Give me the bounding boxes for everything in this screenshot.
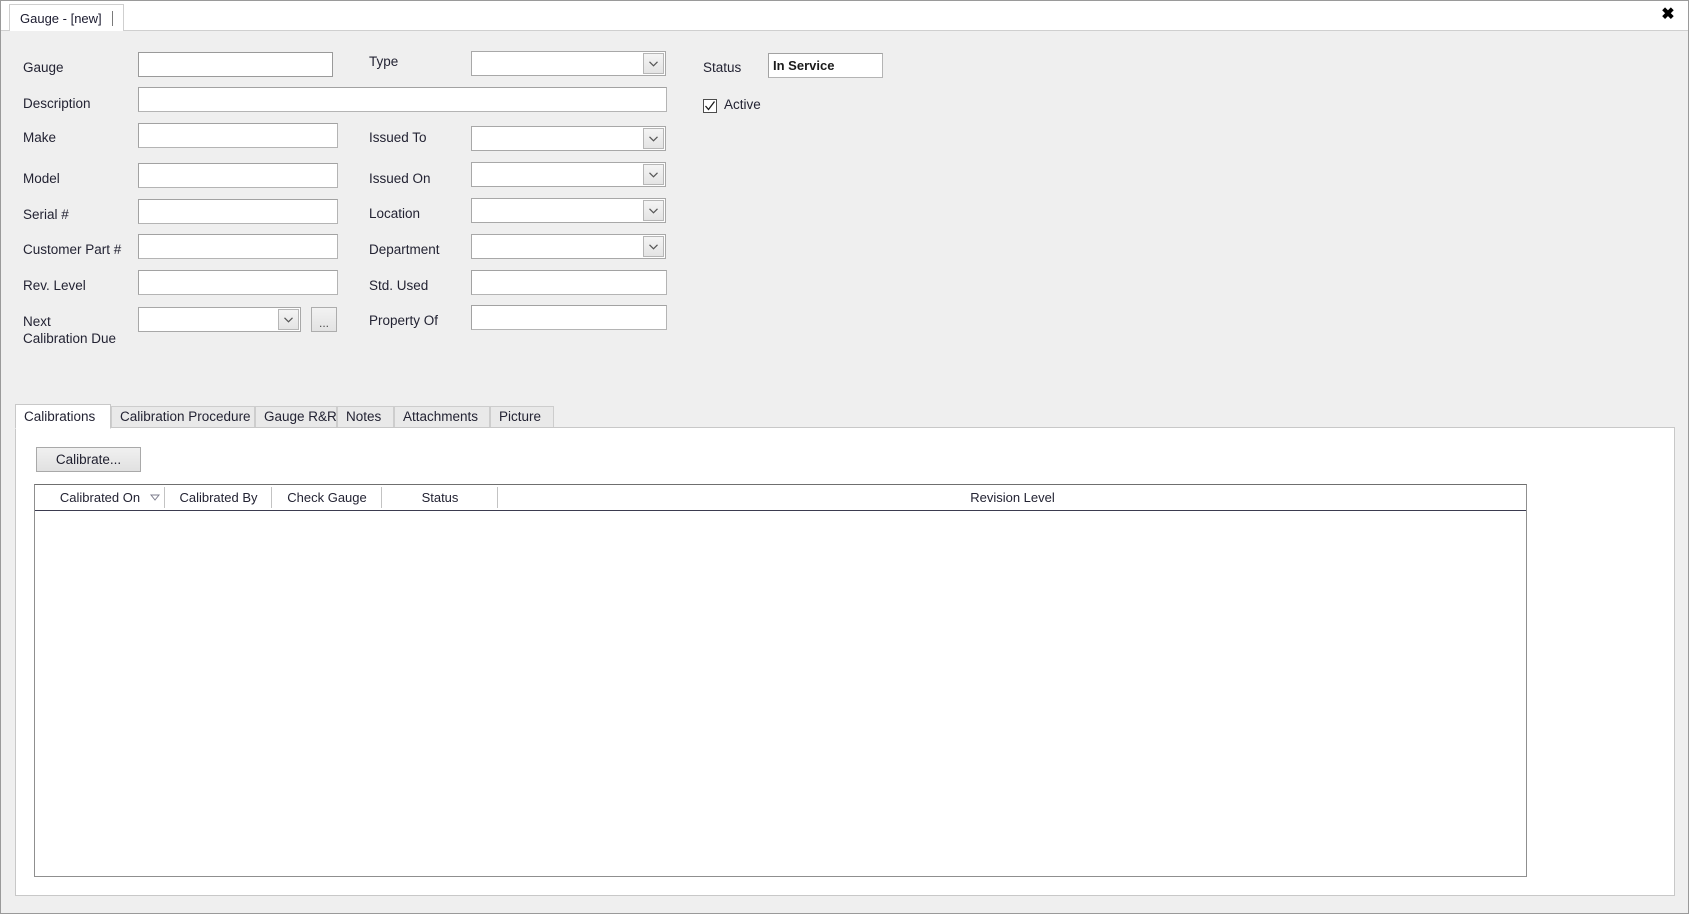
tab-calibration-procedure[interactable]: Calibration Procedure — [111, 406, 255, 428]
label-issued-to: Issued To — [369, 130, 427, 145]
serial-number-input[interactable] — [138, 199, 338, 224]
column-header-calibrated-by[interactable]: Calibrated By — [165, 485, 272, 510]
next-calibration-due-browse-button[interactable]: ... — [311, 307, 337, 332]
column-header-calibrated-by-label: Calibrated By — [179, 490, 258, 505]
model-input[interactable] — [138, 163, 338, 188]
label-next-calibration-due-line2: Calibration Due — [23, 331, 117, 346]
checkbox-box[interactable] — [703, 99, 717, 113]
label-customer-part-number: Customer Part # — [23, 242, 122, 257]
make-input[interactable] — [138, 123, 338, 148]
next-calibration-due-combobox[interactable] — [138, 307, 301, 332]
active-checkbox-label: Active — [724, 97, 761, 112]
sort-descending-icon[interactable] — [150, 485, 160, 510]
issued-on-combobox[interactable] — [471, 162, 666, 187]
label-rev-level: Rev. Level — [23, 278, 86, 293]
label-status: Status — [703, 60, 742, 75]
chevron-down-icon[interactable] — [643, 236, 664, 257]
column-header-check-gauge-label: Check Gauge — [287, 490, 367, 505]
column-header-status[interactable]: Status — [382, 485, 498, 510]
tab-calibrations[interactable]: Calibrations — [15, 404, 111, 429]
chevron-down-icon[interactable] — [278, 309, 299, 330]
detail-tab-strip: Calibrations Calibration Procedure Gauge… — [15, 404, 1675, 429]
close-icon[interactable]: ✖ — [1657, 4, 1679, 26]
gauge-detail-form: Gauge Description Make Model Serial # Cu… — [1, 31, 1688, 371]
column-header-revision-level-label: Revision Level — [970, 490, 1055, 505]
gauge-record-window: Gauge - [new] ✖ Gauge Description Make M… — [0, 0, 1689, 914]
chevron-down-icon[interactable] — [643, 128, 664, 149]
column-header-status-label: Status — [421, 490, 459, 505]
label-department: Department — [369, 242, 440, 257]
type-combobox[interactable] — [471, 51, 666, 76]
rev-level-input[interactable] — [138, 270, 338, 295]
label-next-calibration-due-line1: Next — [23, 314, 51, 329]
document-tab-gauge[interactable]: Gauge - [new] — [9, 4, 125, 31]
label-std-used: Std. Used — [369, 278, 429, 293]
gauge-input[interactable] — [138, 52, 333, 77]
label-serial-number: Serial # — [23, 207, 69, 222]
calibrate-button[interactable]: Calibrate... — [36, 447, 141, 472]
std-used-input[interactable] — [471, 270, 667, 295]
column-header-calibrated-on-label: Calibrated On — [59, 490, 141, 505]
column-header-revision-level[interactable]: Revision Level — [498, 485, 1527, 510]
chevron-down-icon[interactable] — [643, 53, 664, 74]
label-model: Model — [23, 171, 60, 186]
document-tab-label: Gauge - [new] — [20, 11, 102, 26]
property-of-input[interactable] — [471, 305, 667, 330]
tab-notes[interactable]: Notes — [337, 406, 394, 428]
calibrations-grid[interactable]: Calibrated On Calibrated By Check Gauge … — [34, 484, 1527, 877]
chevron-down-icon[interactable] — [643, 164, 664, 185]
status-value: In Service — [768, 53, 883, 78]
column-header-check-gauge[interactable]: Check Gauge — [272, 485, 382, 510]
calibrations-tab-panel: Calibrate... Calibrated On Calibrated By… — [15, 427, 1675, 896]
label-description: Description — [23, 96, 91, 111]
label-type: Type — [369, 54, 399, 69]
window-titlebar: Gauge - [new] ✖ — [1, 1, 1688, 31]
chevron-down-icon[interactable] — [643, 200, 664, 221]
description-input[interactable] — [138, 87, 667, 112]
issued-to-combobox[interactable] — [471, 126, 666, 151]
calibrations-grid-body[interactable] — [35, 511, 1526, 876]
department-combobox[interactable] — [471, 234, 666, 259]
calibrations-grid-header: Calibrated On Calibrated By Check Gauge … — [35, 485, 1526, 511]
text-caret — [112, 11, 114, 26]
tab-attachments[interactable]: Attachments — [394, 406, 490, 428]
label-gauge: Gauge — [23, 60, 64, 75]
label-location: Location — [369, 206, 421, 221]
label-issued-on: Issued On — [369, 171, 431, 186]
customer-part-number-input[interactable] — [138, 234, 338, 259]
label-make: Make — [23, 130, 57, 145]
tab-gauge-rr[interactable]: Gauge R&R — [255, 406, 337, 428]
label-property-of: Property Of — [369, 313, 439, 328]
location-combobox[interactable] — [471, 198, 666, 223]
column-header-calibrated-on[interactable]: Calibrated On — [35, 485, 165, 510]
tab-picture[interactable]: Picture — [490, 406, 554, 428]
